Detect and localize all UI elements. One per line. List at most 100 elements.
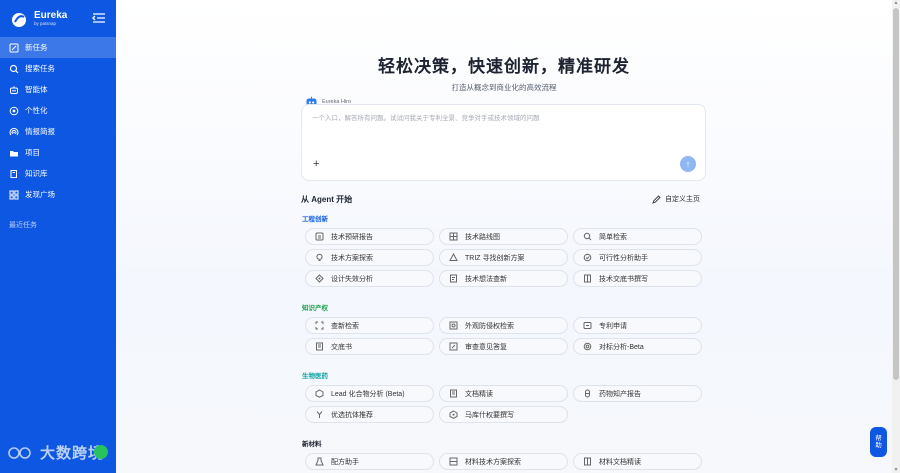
agent-chip[interactable]: 外观防侵权检索	[439, 317, 568, 334]
recent-tasks-label: 最近任务	[9, 222, 37, 229]
scroll-thumb[interactable]	[893, 8, 899, 380]
agent-chip[interactable]: 查新检索	[305, 317, 434, 334]
reading-icon	[450, 389, 457, 398]
agent-chip-label: 马库什权要撰写	[465, 411, 514, 419]
agent-chip[interactable]: 对标分析-Beta	[573, 338, 702, 355]
feasibility-icon	[583, 253, 592, 262]
failure-analysis-icon	[315, 274, 324, 283]
section-label: 生物医药	[302, 373, 328, 380]
grid-icon	[9, 190, 19, 200]
agent-chip[interactable]: 技术交底书撰写	[573, 270, 702, 287]
sidebar-item-label: 智能体	[25, 85, 48, 94]
agent-chip-label: 技术方案探索	[331, 254, 373, 262]
scan-icon	[315, 321, 324, 330]
sidebar-item-label: 个性化	[25, 106, 48, 115]
agent-chip[interactable]: 技术想法查新	[439, 270, 568, 287]
section-label: 知识产权	[302, 305, 328, 312]
sidebar-item-personalize[interactable]: 个性化	[0, 100, 116, 121]
section-label: 工程创新	[302, 216, 328, 223]
search-icon	[583, 232, 592, 241]
review-reply-icon	[449, 342, 458, 351]
agent-chip-label: 材料文档精读	[599, 458, 641, 466]
agent-chip[interactable]: 优选抗体推荐	[305, 406, 434, 423]
agent-chip-label: 药物知产报告	[599, 390, 641, 398]
benchmark-icon	[583, 342, 592, 351]
chat-input-box[interactable]: 一个入口，解答所有问题。试试问我关于专利全景、竞争对手或技术领域的问题 + ↑	[301, 104, 706, 181]
markush-icon	[449, 410, 458, 419]
page-title: 轻松决策，快速创新，精准研发	[378, 57, 630, 76]
agent-chip[interactable]: 专利申请	[573, 317, 702, 334]
agent-icon	[10, 85, 18, 94]
help-button[interactable]: 帮 助	[870, 427, 887, 457]
agent-chip-label: 配方助手	[331, 458, 359, 466]
chat-input[interactable]: 一个入口，解答所有问题。试试问我关于专利全景、竞争对手或技术领域的问题	[312, 112, 540, 122]
material-search-icon	[449, 457, 458, 466]
sidebar-item-discover[interactable]: 发现广场	[0, 184, 116, 205]
broadcast-icon	[9, 127, 19, 135]
status-dot	[94, 445, 108, 459]
sidebar-item-new-task[interactable]: 新任务	[0, 37, 116, 58]
sidebar-item-label: 新任务	[25, 43, 48, 52]
document-icon	[584, 274, 591, 283]
agent-chip-label: 对标分析-Beta	[599, 343, 644, 351]
sidebar-item-label: 发现广场	[25, 190, 55, 199]
agent-chip[interactable]: 马库什权要撰写	[439, 406, 568, 423]
agent-chip[interactable]: 文档精读	[439, 385, 568, 402]
help-label-2: 助	[875, 442, 882, 449]
agent-chip[interactable]: 交底书	[305, 338, 434, 355]
patent-apply-icon	[583, 322, 592, 329]
agent-chip[interactable]: 可行性分析助手	[573, 249, 702, 266]
agent-chip[interactable]: 审查意见答复	[439, 338, 568, 355]
section-label: 新材料	[302, 441, 322, 448]
agent-chip-label: 文档精读	[465, 390, 493, 398]
agent-chip[interactable]: 技术方案探索	[305, 249, 434, 266]
scroll-up-icon[interactable]: ▲	[893, 0, 899, 6]
agent-chip-label: 简单检索	[599, 233, 627, 241]
sidebar: Eureka by patsnap 新任务 搜索任务 智能体 个性化 情报简报	[0, 0, 116, 473]
sidebar-item-search-task[interactable]: 搜索任务	[0, 58, 116, 79]
sidebar-item-projects[interactable]: 项目	[0, 142, 116, 163]
sidebar-nav: 新任务 搜索任务 智能体 个性化 情报简报 项目 知识库 发现广场	[0, 37, 116, 205]
design-search-icon	[449, 321, 458, 330]
new-task-icon	[9, 43, 19, 52]
agent-chip[interactable]: TRIZ 寻找创新方案	[439, 249, 568, 266]
agent-chip[interactable]: Lead 化合物分析 (Beta)	[305, 385, 434, 402]
customize-home-button[interactable]: 自定义主页	[652, 194, 700, 204]
eureka-logo-icon	[12, 13, 26, 27]
sidebar-item-briefing[interactable]: 情报简报	[0, 121, 116, 142]
agent-chip-label: 设计失效分析	[331, 275, 373, 283]
agent-chip[interactable]: 设计失效分析	[305, 270, 434, 287]
molecule-icon	[315, 389, 324, 398]
edit-icon	[652, 194, 661, 204]
agent-chip-label: 材料技术方案探索	[465, 458, 521, 466]
agent-chip[interactable]: 材料技术方案探索	[439, 453, 568, 470]
search-icon	[9, 64, 19, 73]
brand[interactable]: Eureka by patsnap	[10, 10, 67, 28]
agent-chip-label: TRIZ 寻找创新方案	[465, 254, 525, 262]
watermark: 大数跨境	[8, 442, 104, 463]
agent-chip[interactable]: 简单检索	[573, 228, 702, 245]
main-content: 轻松决策，快速创新，精准研发 打造从概念到商业化的高效流程 Eureka Hir…	[116, 0, 892, 473]
agent-chip-label: 技术路线图	[465, 233, 500, 241]
drug-report-icon	[585, 389, 590, 398]
watermark-logo-icon	[8, 446, 31, 459]
sidebar-item-agents[interactable]: 智能体	[0, 79, 116, 100]
agents-heading: 从 Agent 开始	[301, 195, 353, 204]
scrollbar[interactable]: ▲ ▼	[892, 0, 900, 473]
scroll-down-icon[interactable]: ▼	[893, 467, 899, 473]
add-attachment-button[interactable]: +	[313, 158, 319, 170]
collapse-sidebar-icon[interactable]	[92, 12, 106, 24]
agent-grid: Lead 化合物分析 (Beta) 文档精读 药物知产报告 优选抗体推荐 马库什…	[305, 385, 702, 423]
agent-chip-label: 审查意见答复	[465, 343, 507, 351]
agent-chip[interactable]: 材料文档精读	[573, 453, 702, 470]
formula-icon	[315, 457, 324, 466]
agent-chip[interactable]: 药物知产报告	[573, 385, 702, 402]
roadmap-icon	[449, 232, 458, 241]
agent-chip[interactable]: 配方助手	[305, 453, 434, 470]
send-button[interactable]: ↑	[680, 156, 696, 172]
sidebar-item-label: 知识库	[25, 169, 48, 178]
sidebar-item-knowledge[interactable]: 知识库	[0, 163, 116, 184]
agent-chip[interactable]: 技术路线图	[439, 228, 568, 245]
agent-chip[interactable]: 技术预研报告	[305, 228, 434, 245]
personalize-icon	[9, 106, 19, 115]
